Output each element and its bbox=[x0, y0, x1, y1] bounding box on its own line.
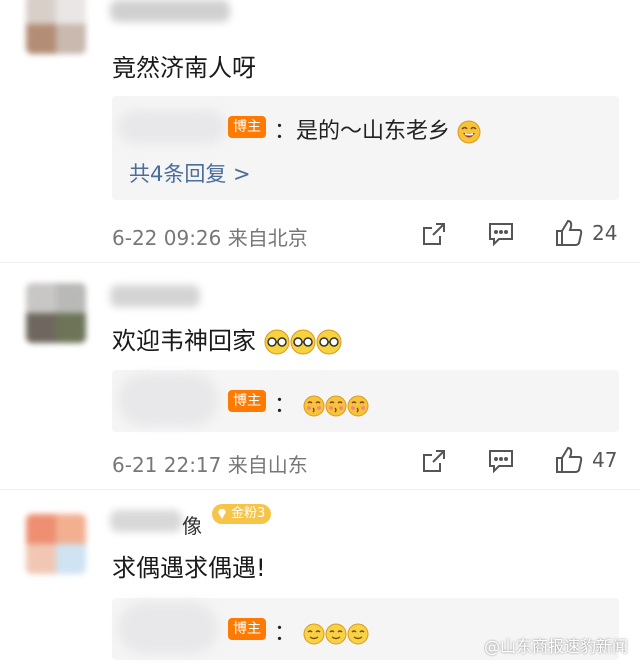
watermark: @山东商报速豹新闻 bbox=[483, 637, 628, 656]
laugh-emoji-icon bbox=[457, 120, 481, 144]
like-button[interactable]: 47 bbox=[554, 445, 617, 475]
comment-meta: 6-22 09:26 来自北京 bbox=[112, 226, 308, 250]
comment-item: 竟然济南人呀 博主 ：是的～山东老乡 共4条回复 > 6-22 09:26 来自… bbox=[0, 0, 640, 262]
diamond-icon bbox=[218, 509, 226, 519]
comment-item: 欢迎韦神回家 博主 ： 6-21 22:17 来自山东 47 bbox=[0, 263, 640, 489]
share-icon bbox=[423, 450, 445, 472]
like-button[interactable]: 24 bbox=[554, 218, 617, 248]
reply-username[interactable] bbox=[118, 602, 218, 654]
avatar[interactable] bbox=[26, 0, 86, 54]
kiss-emoji-icon bbox=[347, 395, 369, 417]
reply-button[interactable] bbox=[487, 220, 515, 248]
username[interactable] bbox=[110, 285, 200, 307]
reply-username[interactable] bbox=[118, 374, 218, 426]
kiss-emoji-icon bbox=[303, 395, 325, 417]
smile-emoji-icon bbox=[347, 623, 369, 645]
glasses-emoji-icon bbox=[316, 329, 342, 355]
reply-box[interactable]: 博主 ：是的～山东老乡 共4条回复 > bbox=[112, 96, 619, 200]
smile-emoji-icon bbox=[303, 623, 325, 645]
blogger-badge: 博主 bbox=[228, 618, 266, 640]
comment-text: 竟然济南人呀 bbox=[112, 54, 256, 82]
blogger-badge: 博主 bbox=[228, 116, 266, 138]
avatar[interactable] bbox=[26, 514, 86, 574]
glasses-emoji-icon bbox=[290, 329, 316, 355]
reply-text: ：是的～山东老乡 bbox=[274, 113, 481, 145]
blogger-badge: 博主 bbox=[228, 390, 266, 412]
reply-text: ： bbox=[274, 387, 369, 419]
comment-icon bbox=[489, 223, 513, 247]
kiss-emoji-icon bbox=[325, 395, 347, 417]
reply-button[interactable] bbox=[487, 447, 515, 475]
username[interactable] bbox=[110, 510, 182, 532]
reply-username[interactable] bbox=[118, 110, 226, 144]
username[interactable] bbox=[110, 0, 230, 22]
more-replies-link[interactable]: 共4条回复 > bbox=[129, 158, 251, 188]
share-icon bbox=[423, 223, 445, 245]
reply-box[interactable]: 博主 ： bbox=[112, 370, 619, 432]
comment-text: 欢迎韦神回家 bbox=[112, 321, 342, 356]
comment-icon bbox=[489, 450, 513, 474]
like-icon bbox=[556, 446, 583, 473]
like-icon bbox=[556, 219, 583, 246]
like-count: 24 bbox=[592, 221, 618, 245]
share-button[interactable] bbox=[420, 220, 448, 248]
fan-badge: 金粉3 bbox=[212, 504, 272, 524]
comment-text: 求偶遇求偶遇! bbox=[112, 554, 266, 582]
comment-meta: 6-21 22:17 来自山东 bbox=[112, 453, 308, 477]
share-button[interactable] bbox=[420, 447, 448, 475]
avatar[interactable] bbox=[26, 283, 86, 343]
reply-text: ： bbox=[274, 615, 369, 647]
glasses-emoji-icon bbox=[264, 329, 290, 355]
smile-emoji-icon bbox=[325, 623, 347, 645]
like-count: 47 bbox=[592, 448, 618, 472]
username-visible[interactable]: 像 bbox=[182, 510, 202, 539]
